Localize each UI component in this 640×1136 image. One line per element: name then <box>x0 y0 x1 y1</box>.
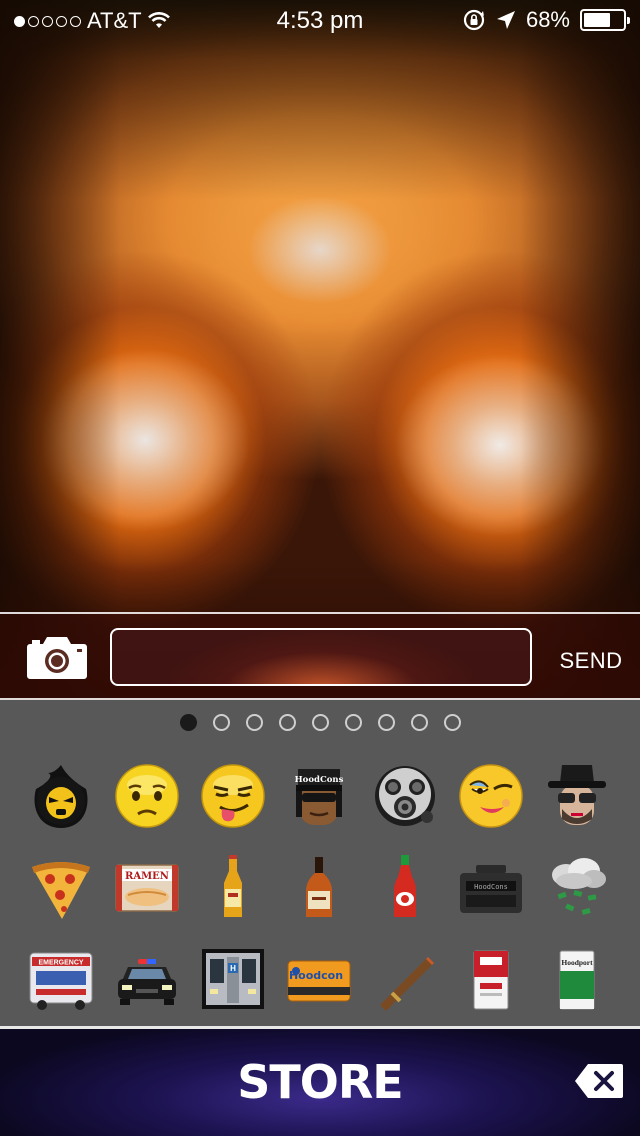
page-dot[interactable] <box>212 714 230 731</box>
emoji-hat-sunglasses-face[interactable] <box>534 750 620 842</box>
pizza-slice-icon <box>32 862 90 919</box>
ramen-box-icon: RAMEN <box>115 864 179 912</box>
emoji-hot-sauce-bottle[interactable] <box>362 842 448 934</box>
emoji-cigarette-pack-red[interactable] <box>448 934 534 1026</box>
page-indicator[interactable] <box>0 714 640 731</box>
ramen-text: RAMEN <box>125 871 169 882</box>
rotation-lock-icon <box>463 9 485 31</box>
emoji-cigarette-pack-green[interactable]: Hoodport <box>534 934 620 1026</box>
emoji-gas-mask-face[interactable] <box>362 750 448 842</box>
emoji-hoodcon-card[interactable]: Hoodcon <box>276 934 362 1026</box>
page-dot[interactable] <box>179 714 197 731</box>
page-dot[interactable] <box>311 714 329 731</box>
hoodcons-cap-face-icon: HoodCons <box>295 769 344 825</box>
store-bar: STORE <box>0 1029 640 1136</box>
money-rain-cloud-icon <box>552 858 606 915</box>
boombox-text: HoodCons <box>474 883 508 891</box>
liquor-bottle-icon <box>306 857 332 917</box>
subway-train-icon: H <box>202 949 264 1009</box>
emoji-tongue-out-face[interactable] <box>190 750 276 842</box>
svg-text:H: H <box>230 964 236 973</box>
boombox-icon: HoodCons <box>460 865 522 913</box>
ninja-face-icon <box>34 765 88 828</box>
page-dot[interactable] <box>344 714 362 731</box>
cap-text: HoodCons <box>295 775 344 785</box>
camera-preview <box>0 0 640 700</box>
location-arrow-icon <box>496 11 515 29</box>
ambulance-icon: EMERGENCY <box>29 952 93 1010</box>
emoji-ninja-face[interactable] <box>18 750 104 842</box>
emoji-pizza-slice[interactable] <box>18 842 104 934</box>
battery-percent: 68% <box>525 7 570 32</box>
emoji-money-rain-cloud[interactable] <box>534 842 620 934</box>
emoji-beer-bottle[interactable] <box>190 842 276 934</box>
cigarette-pack-red-icon <box>473 950 509 1010</box>
emoji-police-car[interactable] <box>104 934 190 1026</box>
delete-backspace-icon[interactable] <box>574 1063 624 1099</box>
emoji-winking-lady-face[interactable] <box>448 750 534 842</box>
emoji-ambulance[interactable]: EMERGENCY <box>18 934 104 1026</box>
emoji-cigar[interactable] <box>362 934 448 1026</box>
page-dot[interactable] <box>245 714 263 731</box>
pack-text: Hoodport <box>561 958 593 967</box>
page-dot[interactable] <box>443 714 461 731</box>
emoji-panel: HoodCons RAMEN HoodCons EMERGENCY H Hood… <box>0 700 640 1028</box>
emoji-ramen-box[interactable]: RAMEN <box>104 842 190 934</box>
emoji-grid: HoodCons RAMEN HoodCons EMERGENCY H Hood… <box>18 750 628 1026</box>
status-right: 68% <box>462 7 630 33</box>
send-button[interactable]: SEND <box>548 648 634 674</box>
cigarette-pack-green-icon: Hoodport <box>559 950 595 1010</box>
page-dot[interactable] <box>410 714 428 731</box>
emoji-subway-train[interactable]: H <box>190 934 276 1026</box>
emoji-boombox[interactable]: HoodCons <box>448 842 534 934</box>
camera-icon[interactable] <box>26 632 88 680</box>
page-dot[interactable] <box>278 714 296 731</box>
emoji-liquor-bottle[interactable] <box>276 842 362 934</box>
emoji-sad-face[interactable] <box>104 750 190 842</box>
gas-mask-face-icon <box>375 766 435 826</box>
cigar-icon <box>380 957 434 1011</box>
status-bar: AT&T 4:53 pm 68% <box>0 0 640 40</box>
winking-lady-face-icon <box>459 764 523 828</box>
hoodcon-card-icon: Hoodcon <box>287 960 351 1002</box>
police-car-icon <box>118 959 176 1005</box>
hot-sauce-bottle-icon <box>394 855 416 917</box>
beer-bottle-icon <box>224 855 242 917</box>
store-button[interactable]: STORE <box>0 1055 640 1109</box>
message-input[interactable] <box>110 628 532 686</box>
ambulance-text: EMERGENCY <box>38 960 83 967</box>
battery-fill <box>584 13 610 27</box>
battery-icon <box>580 9 630 31</box>
page-dot[interactable] <box>377 714 395 731</box>
emoji-hoodcons-cap-face[interactable]: HoodCons <box>276 750 362 842</box>
sad-face-icon <box>115 764 179 828</box>
tongue-out-face-icon <box>201 764 265 828</box>
compose-bar: SEND <box>0 612 640 700</box>
hat-sunglasses-face-icon <box>548 765 606 825</box>
